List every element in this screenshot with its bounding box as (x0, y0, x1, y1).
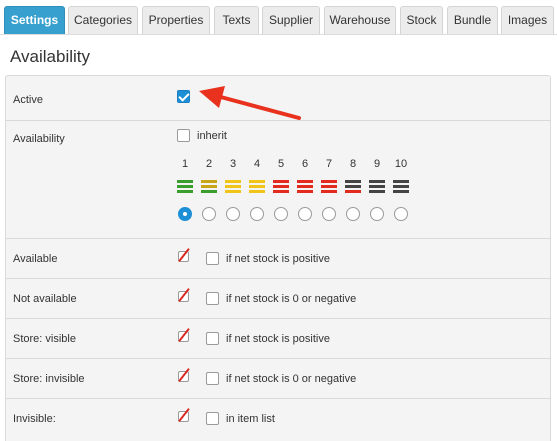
level-bar (321, 185, 337, 188)
level-bar (273, 180, 289, 183)
tab-bundle[interactable]: Bundle (447, 6, 498, 34)
tab-texts[interactable]: Texts (214, 6, 259, 34)
level-number: 6 (301, 158, 309, 170)
level-bar (297, 185, 313, 188)
row-divider (6, 278, 550, 279)
tab-warehouse[interactable]: Warehouse (324, 6, 396, 34)
level-bar (225, 185, 241, 188)
level-bar (321, 190, 337, 193)
level-bar (273, 190, 289, 193)
inherit-toggle-icon[interactable] (176, 368, 190, 383)
tab-supplier[interactable]: Supplier (262, 6, 320, 34)
level-bar (273, 185, 289, 188)
rule-option-label: if net stock is positive (226, 253, 330, 265)
level-bar (369, 185, 385, 188)
level-bar (297, 180, 313, 183)
rule-label: Invisible: (13, 413, 56, 425)
inherit-label: inherit (197, 130, 227, 142)
level-number: 3 (229, 158, 237, 170)
inherit-toggle-icon[interactable] (176, 288, 190, 303)
rule-label: Available (13, 253, 58, 265)
row-divider (6, 318, 550, 319)
level-radio[interactable] (274, 207, 288, 221)
rule-checkbox[interactable] (206, 412, 219, 425)
level-bar (393, 180, 409, 183)
rule-option-label: if net stock is 0 or negative (226, 373, 357, 385)
row-divider (6, 238, 550, 239)
level-bar (369, 190, 385, 193)
level-number: 10 (394, 158, 408, 170)
level-bar (393, 190, 409, 193)
tab-categories[interactable]: Categories (68, 6, 138, 34)
level-number: 9 (373, 158, 381, 170)
level-bar (249, 180, 265, 183)
inherit-toggle-icon[interactable] (176, 328, 190, 343)
tab-bar: Settings Categories Properties Texts Sup… (0, 0, 557, 39)
availability-label: Availability (13, 133, 65, 145)
rule-checkbox[interactable] (206, 332, 219, 345)
rule-checkbox[interactable] (206, 372, 219, 385)
section-title: Availability (10, 47, 91, 66)
level-bar (393, 185, 409, 188)
level-radio[interactable] (178, 207, 192, 221)
level-number: 2 (205, 158, 213, 170)
level-bar (345, 185, 361, 188)
level-radio[interactable] (202, 207, 216, 221)
level-bar (201, 180, 217, 183)
rule-checkbox[interactable] (206, 252, 219, 265)
level-bar (225, 180, 241, 183)
level-bar (249, 185, 265, 188)
level-bar (177, 190, 193, 193)
level-radio[interactable] (322, 207, 336, 221)
inherit-toggle-icon[interactable] (176, 408, 190, 423)
level-bar (321, 180, 337, 183)
tab-settings[interactable]: Settings (4, 6, 65, 35)
inherit-checkbox[interactable] (177, 129, 190, 142)
level-number: 1 (181, 158, 189, 170)
level-bar (345, 190, 361, 193)
level-number: 8 (349, 158, 357, 170)
level-radio[interactable] (226, 207, 240, 221)
level-number: 4 (253, 158, 261, 170)
rule-label: Store: visible (13, 333, 76, 345)
tab-stock[interactable]: Stock (400, 6, 443, 34)
level-radio[interactable] (370, 207, 384, 221)
level-bar (201, 185, 217, 188)
level-bar (177, 180, 193, 183)
level-bar (225, 190, 241, 193)
level-bar (369, 180, 385, 183)
level-radio[interactable] (346, 207, 360, 221)
rule-label: Not available (13, 293, 77, 305)
level-radio[interactable] (250, 207, 264, 221)
tab-images[interactable]: Images (501, 6, 554, 34)
level-radio[interactable] (298, 207, 312, 221)
rule-checkbox[interactable] (206, 292, 219, 305)
level-bar (297, 190, 313, 193)
row-divider (6, 358, 550, 359)
level-radio[interactable] (394, 207, 408, 221)
row-divider (6, 398, 550, 399)
level-bar (177, 185, 193, 188)
active-label: Active (13, 94, 43, 106)
level-number: 7 (325, 158, 333, 170)
level-bar (201, 190, 217, 193)
rule-option-label: if net stock is 0 or negative (226, 293, 357, 305)
rule-label: Store: invisible (13, 373, 85, 385)
level-number: 5 (277, 158, 285, 170)
tab-properties[interactable]: Properties (142, 6, 210, 34)
level-bar (249, 190, 265, 193)
rule-option-label: if net stock is positive (226, 333, 330, 345)
active-checkbox[interactable] (177, 90, 190, 103)
level-bar (345, 180, 361, 183)
row-divider (6, 120, 550, 121)
rule-option-label: in item list (226, 413, 275, 425)
inherit-toggle-icon[interactable] (176, 248, 190, 263)
tab-divider (0, 34, 557, 35)
